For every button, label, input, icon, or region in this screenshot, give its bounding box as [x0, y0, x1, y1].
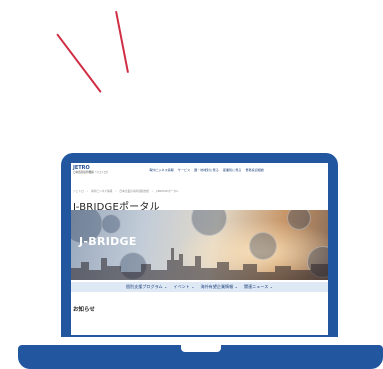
- breadcrumb-item: J-BRIDGEポータル: [156, 189, 179, 193]
- accent-line: [56, 33, 102, 93]
- sub-nav: 個別支援プログラム ⌄ イベント ⌄ 海外有望企業情報 ⌄ 関連ニュース ⌄: [71, 282, 328, 292]
- breadcrumb-item[interactable]: 海外ビジネス情報: [91, 189, 113, 193]
- sub-nav-item[interactable]: 関連ニュース ⌄: [244, 284, 273, 290]
- logo-subtitle: 日本貿易振興機構（ジェトロ）: [73, 171, 110, 174]
- news-heading: お知らせ: [73, 307, 95, 313]
- site-header: JETRO 日本貿易振興機構（ジェトロ） 海外ビジネス情報 サービス 国・地域別…: [71, 163, 328, 185]
- hero-banner: J-BRIDGE: [71, 210, 328, 280]
- hero-logo: J-BRIDGE: [79, 235, 137, 248]
- sub-nav-item[interactable]: イベント ⌄: [173, 284, 194, 290]
- breadcrumb: ジェトロ › 海外ビジネス情報 › 日本企業の海外展開支援 › J-BRIDGE…: [73, 189, 179, 193]
- accent-line: [115, 10, 130, 74]
- photo-bubble: [101, 214, 121, 234]
- sub-nav-item[interactable]: 個別支援プログラム ⌄: [126, 284, 167, 290]
- chevron-down-icon: ⌄: [189, 284, 195, 289]
- main-nav-item[interactable]: 産業別に見る: [223, 167, 242, 172]
- laptop-base: [18, 345, 383, 369]
- breadcrumb-separator: ›: [86, 189, 88, 193]
- main-nav-item[interactable]: 国・地域別に見る: [194, 167, 219, 172]
- site-logo[interactable]: JETRO 日本貿易振興機構（ジェトロ）: [73, 166, 109, 175]
- main-nav-item[interactable]: 海外ビジネス情報: [149, 167, 174, 172]
- breadcrumb-separator: ›: [115, 189, 117, 193]
- breadcrumb-item[interactable]: ジェトロ: [73, 189, 84, 193]
- laptop-screen: JETRO 日本貿易振興機構（ジェトロ） 海外ビジネス情報 サービス 国・地域別…: [71, 163, 328, 335]
- breadcrumb-item[interactable]: 日本企業の海外展開支援: [119, 189, 149, 193]
- laptop-notch: [181, 345, 221, 352]
- main-nav-item[interactable]: 貿易投資相談: [245, 167, 264, 172]
- main-nav-item[interactable]: サービス: [178, 167, 190, 172]
- chevron-down-icon: ⌄: [162, 284, 168, 289]
- breadcrumb-separator: ›: [151, 189, 154, 193]
- main-nav: 海外ビジネス情報 サービス 国・地域別に見る 産業別に見る 貿易投資相談: [149, 167, 264, 172]
- laptop-lid: JETRO 日本貿易振興機構（ジェトロ） 海外ビジネス情報 サービス 国・地域別…: [61, 153, 338, 337]
- sub-nav-item[interactable]: 海外有望企業情報 ⌄: [201, 284, 238, 290]
- chevron-down-icon: ⌄: [233, 284, 238, 289]
- chevron-down-icon: ⌄: [268, 284, 274, 289]
